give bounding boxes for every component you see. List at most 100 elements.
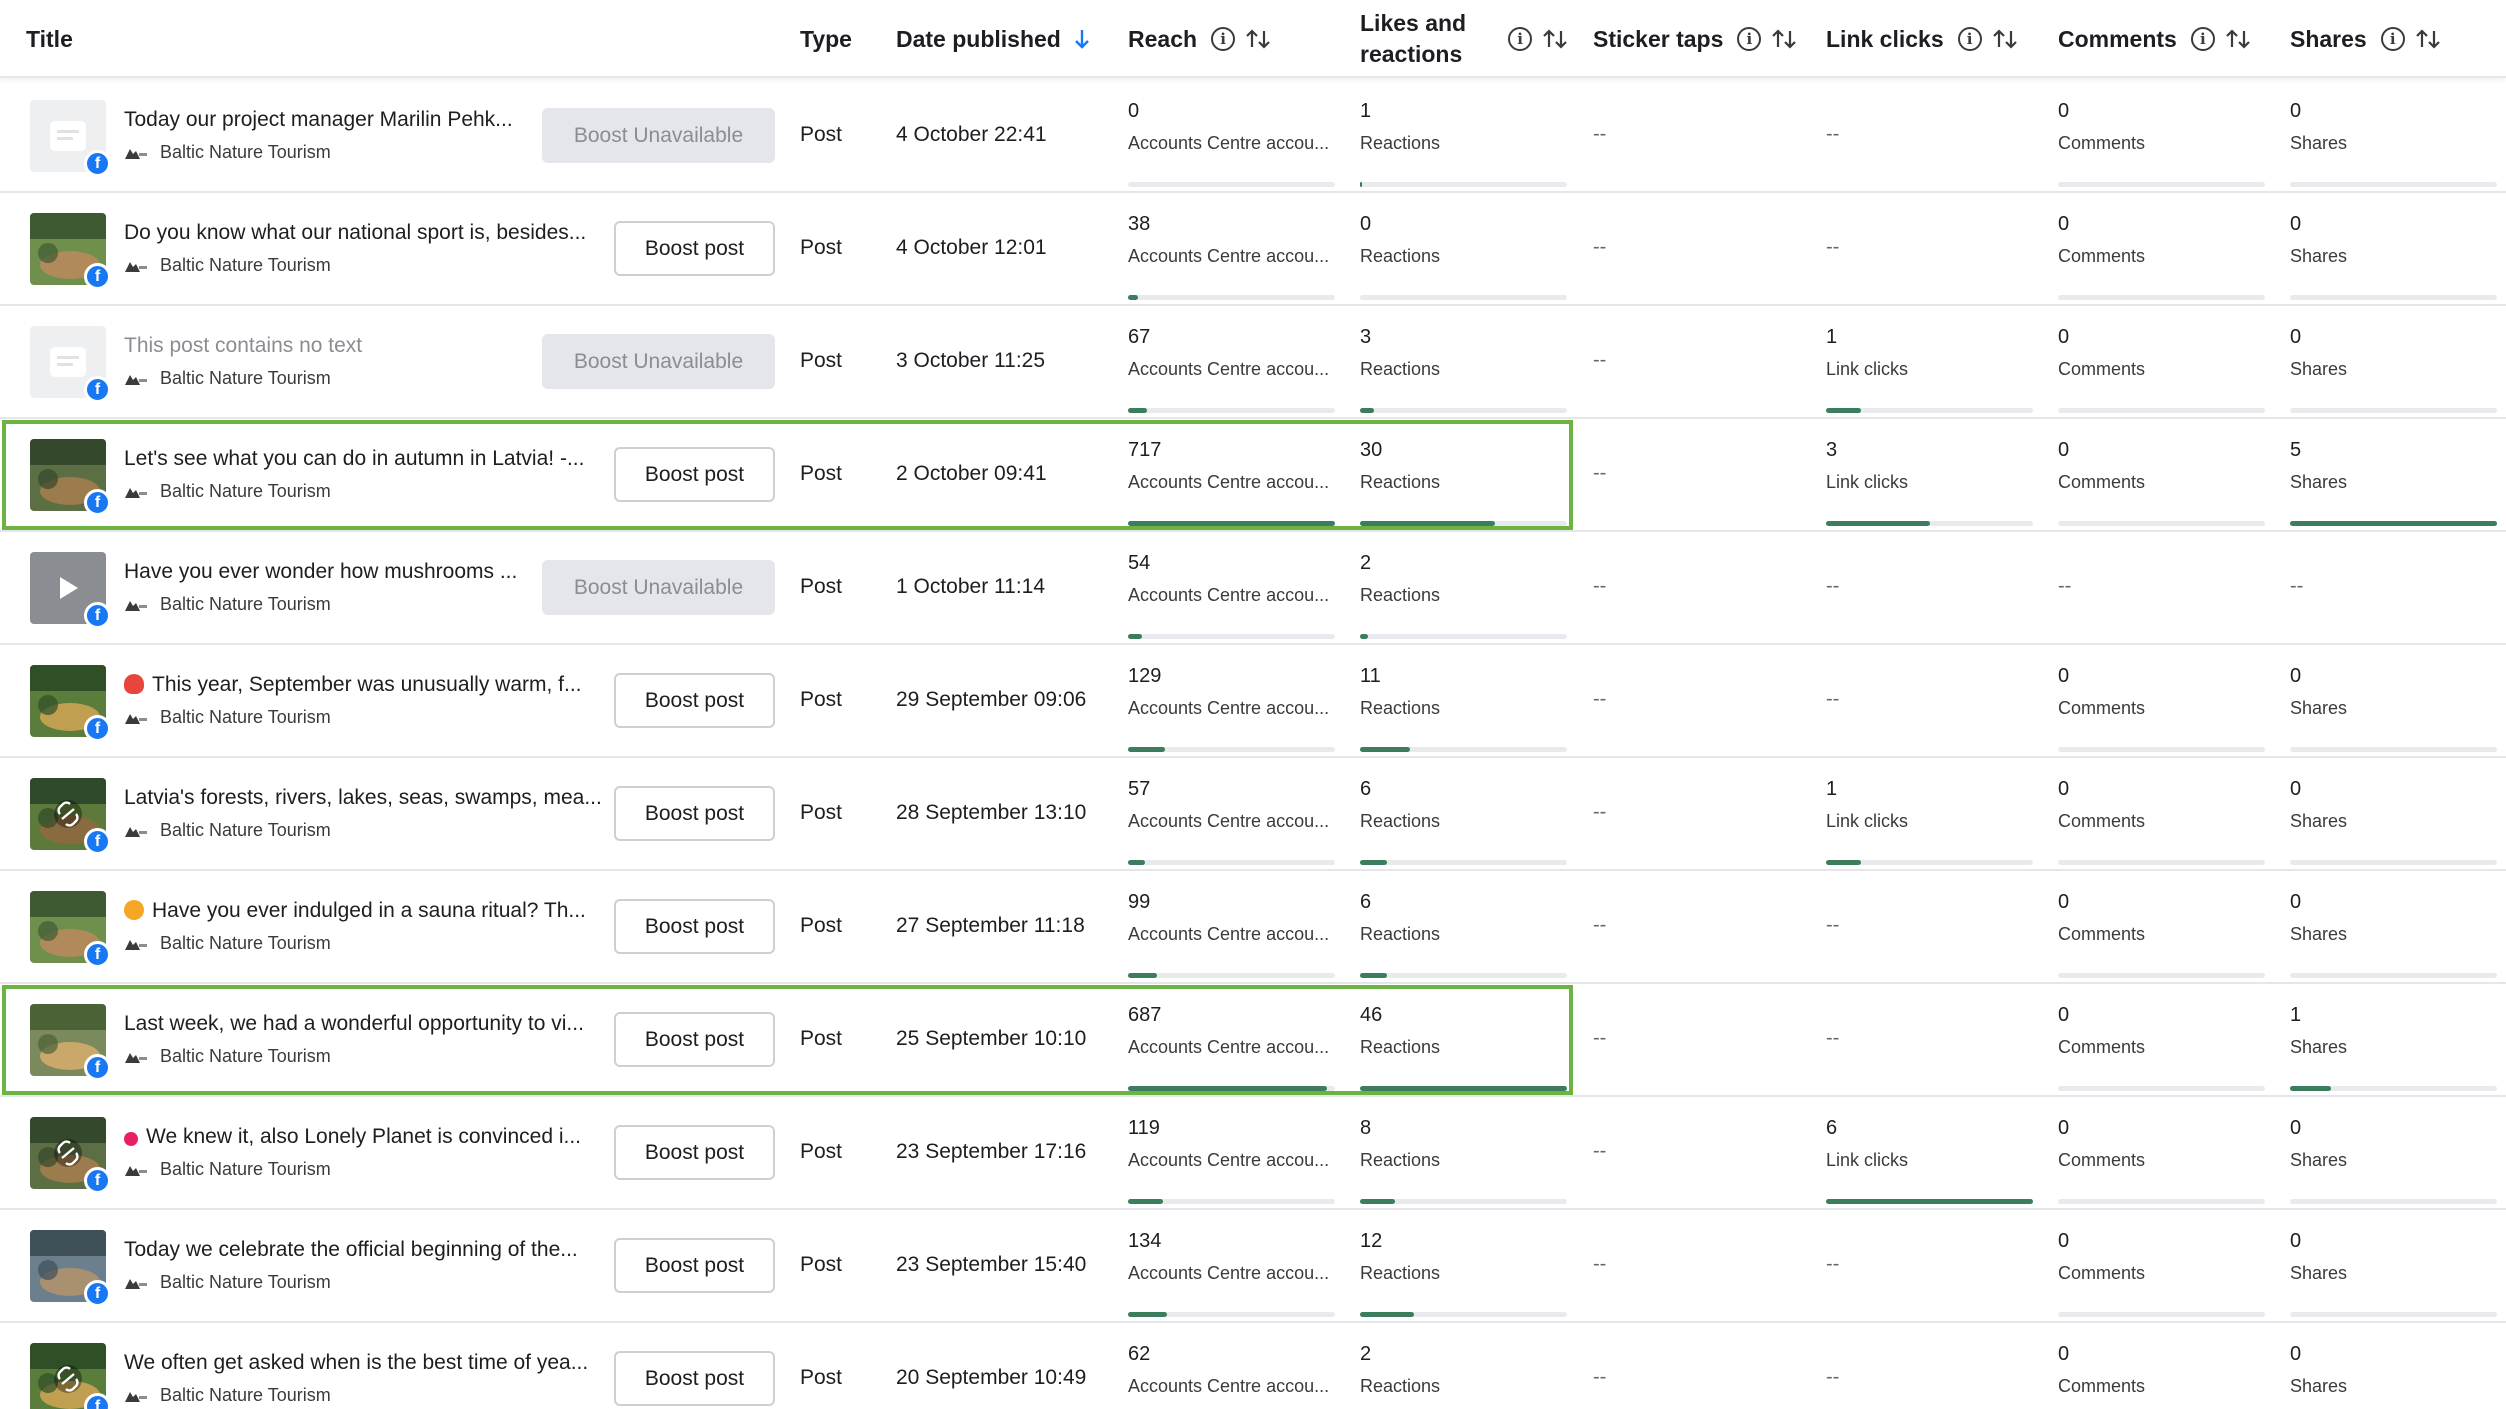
sticker-taps-empty: -- — [1593, 236, 1607, 258]
table-header: Title Type Date published Reach i Likes … — [0, 0, 2506, 78]
sort-icon[interactable] — [2225, 27, 2251, 51]
table-row[interactable]: f Latvia's forests, rivers, lakes, seas, … — [0, 758, 2506, 871]
shares-cell: 0 Shares — [2290, 778, 2500, 865]
sort-icon[interactable] — [1992, 27, 2018, 51]
info-icon[interactable]: i — [1737, 27, 1762, 51]
sort-icon[interactable] — [2415, 27, 2441, 51]
table-row[interactable]: f We often get asked when is the best tim… — [0, 1323, 2506, 1409]
reactions-label: Reactions — [1360, 1037, 1441, 1057]
boost-post-button[interactable]: Boost post — [614, 447, 775, 502]
shares-cell: 5 Shares — [2290, 439, 2500, 526]
sort-icon[interactable] — [1771, 27, 1797, 51]
column-header-shares[interactable]: Shares i — [2290, 0, 2441, 78]
comments-bar — [2058, 1086, 2265, 1091]
facebook-icon: f — [84, 1280, 111, 1307]
post-title[interactable]: This post contains no text — [124, 334, 604, 358]
reach-bar — [1128, 295, 1335, 300]
boost-post-button[interactable]: Boost post — [614, 673, 775, 728]
post-title[interactable]: Latvia's forests, rivers, lakes, seas, s… — [124, 786, 604, 810]
page-attribution: Baltic Nature Tourism — [124, 1159, 331, 1180]
post-title[interactable]: We often get asked when is the best time… — [124, 1351, 604, 1375]
reach-bar-fill — [1128, 1312, 1168, 1317]
post-title[interactable]: Let's see what you can do in autumn in L… — [124, 447, 604, 471]
reactions-value: 12 — [1360, 1230, 1383, 1252]
table-row[interactable]: f This year, September was unusually warm… — [0, 645, 2506, 758]
post-title[interactable]: This year, September was unusually warm,… — [124, 673, 604, 697]
sort-icon[interactable] — [1542, 27, 1568, 51]
reactions-bar-fill — [1360, 1312, 1414, 1317]
table-row[interactable]: f Today we celebrate the official beginni… — [0, 1210, 2506, 1323]
table-row[interactable]: f Have you ever indulged in a sauna ritua… — [0, 871, 2506, 984]
boost-post-button[interactable]: Boost post — [614, 1125, 775, 1180]
post-title[interactable]: Do you know what our national sport is, … — [124, 221, 604, 245]
comments-cell: 0 Comments — [2058, 1117, 2268, 1204]
shares-bar — [2290, 1086, 2497, 1091]
boost-unavailable-button[interactable]: Boost Unavailable — [542, 334, 775, 389]
post-type: Post — [800, 123, 843, 146]
boost-post-button[interactable]: Boost post — [614, 786, 775, 841]
column-header-date-published[interactable]: Date published — [896, 0, 1091, 78]
reactions-cell: 12 Reactions — [1360, 1230, 1570, 1317]
reach-value: 57 — [1128, 778, 1151, 800]
comments-label: Comments — [2058, 1263, 2146, 1283]
post-title[interactable]: Today our project manager Marilin Pehk..… — [124, 108, 604, 132]
table-row[interactable]: f Do you know what our national sport is,… — [0, 193, 2506, 306]
reactions-bar-fill — [1360, 747, 1410, 752]
info-icon[interactable]: i — [1508, 27, 1533, 51]
boost-unavailable-button[interactable]: Boost Unavailable — [542, 108, 775, 163]
reactions-cell: 2 Reactions — [1360, 1343, 1570, 1397]
sort-descending-icon[interactable] — [1073, 27, 1091, 51]
link-clicks-empty: -- — [1826, 575, 1840, 597]
sticker-taps-empty: -- — [1593, 575, 1607, 597]
shares-bar — [2290, 747, 2497, 752]
post-title[interactable]: Today we celebrate the official beginnin… — [124, 1238, 604, 1262]
reactions-bar — [1360, 521, 1567, 526]
comments-value: 0 — [2058, 1230, 2070, 1252]
date-published: 4 October 22:41 — [896, 123, 1047, 146]
column-header-likes-reactions[interactable]: Likes and reactions i — [1360, 0, 1568, 78]
link-clicks-empty: -- — [1826, 688, 1840, 710]
reach-bar — [1128, 747, 1335, 752]
table-row[interactable]: f Today our project manager Marilin Pehk.… — [0, 80, 2506, 193]
table-row[interactable]: f Let's see what you can do in autumn in … — [0, 419, 2506, 532]
post-placeholder-icon — [50, 347, 86, 377]
table-row[interactable]: f This post contains no text Baltic Nature… — [0, 306, 2506, 419]
post-title[interactable]: We knew it, also Lonely Planet is convin… — [124, 1125, 604, 1149]
info-icon[interactable]: i — [2380, 27, 2405, 51]
reactions-label: Reactions — [1360, 1376, 1441, 1396]
comments-label: Comments — [2058, 1037, 2146, 1057]
boost-post-button[interactable]: Boost post — [614, 221, 775, 276]
comments-label: Comments — [2058, 133, 2146, 153]
info-icon[interactable]: i — [2190, 27, 2215, 51]
table-row[interactable]: f Last week, we had a wonderful opportuni… — [0, 984, 2506, 1097]
column-header-link-clicks[interactable]: Link clicks i — [1826, 0, 2018, 78]
reach-cell: 62 Accounts Centre accou... — [1128, 1343, 1338, 1397]
facebook-icon: f — [84, 715, 111, 742]
table-row[interactable]: f We knew it, also Lonely Planet is convi… — [0, 1097, 2506, 1210]
post-title[interactable]: Last week, we had a wonderful opportunit… — [124, 1012, 604, 1036]
reactions-cell: 6 Reactions — [1360, 891, 1570, 978]
post-type: Post — [800, 575, 843, 598]
column-header-reach[interactable]: Reach i — [1128, 0, 1271, 78]
reactions-bar — [1360, 973, 1567, 978]
post-type: Post — [800, 688, 843, 711]
post-title[interactable]: Have you ever indulged in a sauna ritual… — [124, 899, 604, 923]
boost-post-button[interactable]: Boost post — [614, 899, 775, 954]
boost-post-button[interactable]: Boost post — [614, 1012, 775, 1067]
table-row[interactable]: f Have you ever wonder how mushrooms ... B… — [0, 532, 2506, 645]
page-logo-icon — [125, 261, 147, 272]
boost-post-button[interactable]: Boost post — [614, 1238, 775, 1293]
sort-icon[interactable] — [1245, 27, 1271, 51]
reach-bar — [1128, 1086, 1335, 1091]
reach-bar-fill — [1128, 295, 1139, 300]
post-title[interactable]: Have you ever wonder how mushrooms ... — [124, 560, 604, 584]
comments-value: 0 — [2058, 1117, 2070, 1139]
column-header-sticker-taps[interactable]: Sticker taps i — [1593, 0, 1797, 78]
boost-post-button[interactable]: Boost post — [614, 1351, 775, 1406]
column-header-comments[interactable]: Comments i — [2058, 0, 2251, 78]
info-icon[interactable]: i — [1957, 27, 1982, 51]
shares-value: 0 — [2290, 665, 2302, 687]
boost-unavailable-button[interactable]: Boost Unavailable — [542, 560, 775, 615]
info-icon[interactable]: i — [1211, 27, 1236, 51]
shares-label: Shares — [2290, 359, 2348, 379]
